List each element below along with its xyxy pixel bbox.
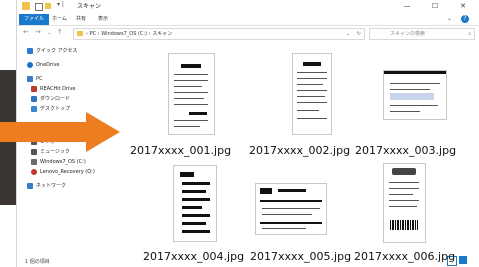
tab-home[interactable]: ホーム (47, 14, 72, 25)
drive-icon (31, 86, 37, 92)
network-icon (27, 183, 33, 189)
arrow-shape (0, 112, 120, 152)
title-bar: ▾ | スキャン — ☐ ✕ (17, 0, 479, 13)
folder-icon (77, 31, 83, 36)
minimize-button[interactable]: — (393, 0, 421, 13)
status-item-count: 1 個の項目 (25, 259, 50, 265)
back-arrow-icon[interactable]: ← (23, 28, 29, 36)
search-placeholder: スキャンの検索 (390, 31, 426, 37)
tab-file[interactable]: ファイル (19, 14, 50, 25)
file-thumbnail-001[interactable] (168, 53, 215, 135)
address-dropdown-icon[interactable]: ⌄ (346, 29, 350, 39)
file-name-005[interactable]: 2017xxxx_005.jpg (250, 250, 351, 263)
recovery-drive-icon (31, 169, 37, 175)
star-icon (27, 48, 33, 54)
window-title: スキャン (77, 3, 102, 10)
new-folder-icon[interactable] (45, 3, 51, 9)
tab-view[interactable]: 表示 (93, 14, 113, 25)
refresh-icon[interactable]: ↻ (357, 29, 361, 39)
up-arrow-icon[interactable]: ↑ (57, 28, 63, 36)
computer-icon (27, 76, 33, 82)
file-name-003[interactable]: 2017xxxx_003.jpg (355, 144, 456, 157)
file-name-006[interactable]: 2017xxxx_006.jpg (354, 250, 455, 263)
file-thumbnail-002[interactable] (292, 53, 332, 135)
file-name-001[interactable]: 2017xxxx_001.jpg (130, 144, 231, 157)
address-bar[interactable]: › PC › Windows7_OS (C:) › スキャン ⌄ ↻ (73, 28, 365, 40)
close-button[interactable]: ✕ (449, 0, 477, 13)
maximize-button[interactable]: ☐ (421, 0, 449, 13)
ribbon-expand-icon[interactable]: ⌄ (447, 15, 452, 22)
file-thumbnail-004[interactable] (173, 165, 217, 242)
ribbon-tabs: ファイル ホーム 共有 表示 ⌄ ? (17, 14, 479, 26)
file-thumbnail-005[interactable] (255, 183, 327, 235)
forward-arrow-icon[interactable]: → (35, 28, 41, 36)
recent-locations-icon[interactable]: ⌄ (47, 30, 51, 36)
properties-icon[interactable] (35, 3, 43, 11)
address-path: › PC › Windows7_OS (C:) › スキャン (86, 31, 173, 37)
disk-icon (31, 159, 37, 165)
file-thumbnail-006[interactable] (383, 163, 426, 243)
file-thumbnail-003[interactable] (383, 70, 447, 120)
file-name-002[interactable]: 2017xxxx_002.jpg (249, 144, 350, 157)
cloud-icon (27, 62, 33, 68)
help-icon[interactable]: ? (461, 15, 469, 23)
search-input[interactable]: スキャンの検索 ⌕ (369, 28, 475, 40)
download-icon (31, 96, 37, 102)
file-name-004[interactable]: 2017xxxx_004.jpg (143, 250, 244, 263)
folder-icon (22, 2, 30, 10)
quick-access-toolbar-dropdown[interactable]: ▾ | (57, 1, 64, 8)
large-icons-view-icon[interactable] (459, 256, 467, 264)
orange-arrow (0, 112, 120, 152)
search-icon: ⌕ (468, 31, 471, 37)
address-row: ← → ⌄ ↑ › PC › Windows7_OS (C:) › スキャン ⌄… (17, 26, 479, 40)
tab-share[interactable]: 共有 (71, 14, 91, 25)
